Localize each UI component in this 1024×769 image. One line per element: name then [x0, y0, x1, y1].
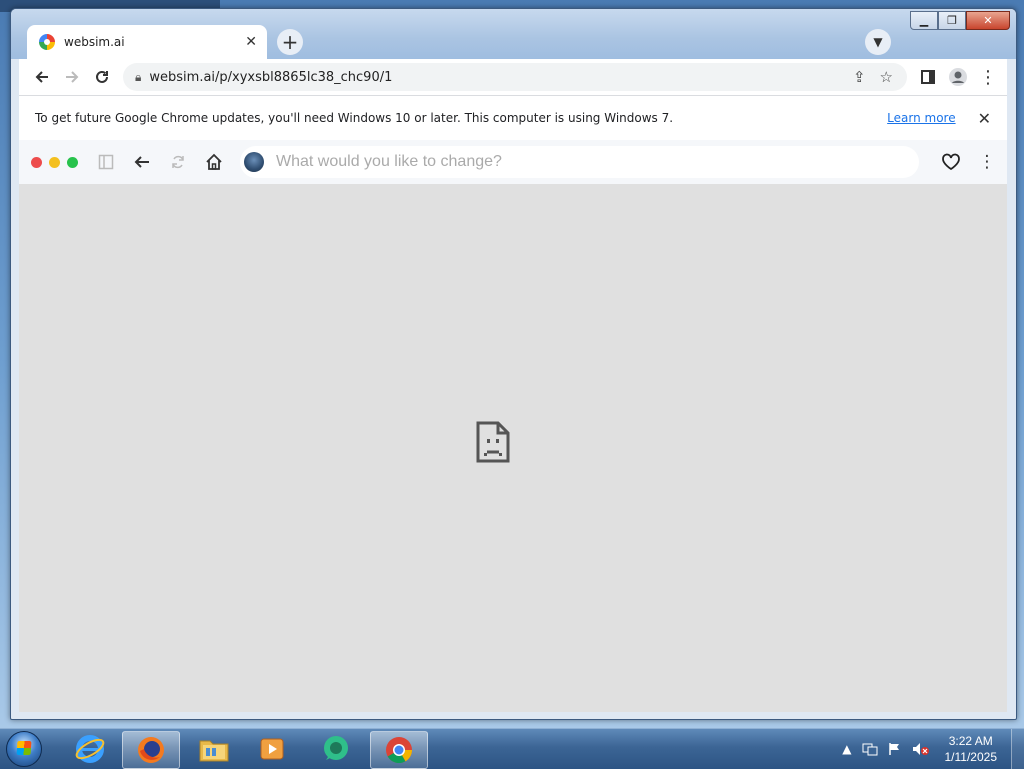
page-content [19, 184, 1007, 712]
kebab-menu-icon: ⋮ [979, 66, 997, 88]
chrome-window: ▁ ❐ ✕ websim.ai ✕ + ▼ 🔒︎ websim.ai/p/xyx… [10, 8, 1017, 720]
home-icon [206, 153, 222, 170]
sidebar-toggle-button[interactable] [92, 148, 120, 176]
media-player-icon [260, 738, 284, 760]
address-bar[interactable]: 🔒︎ websim.ai/p/xyxsbl8865lc38_chc90/1 ⇪ … [123, 63, 907, 91]
kebab-menu-icon: ⋮ [978, 152, 996, 172]
action-center-icon[interactable] [862, 742, 878, 756]
websim-favicon-icon [39, 34, 55, 50]
show-hidden-icons-icon[interactable]: ▲ [842, 742, 851, 756]
side-panel-button[interactable] [913, 62, 943, 92]
websim-menu-button[interactable]: ⋮ [973, 148, 1001, 176]
yellow-dot-icon[interactable] [49, 156, 60, 168]
lock-icon[interactable]: 🔒︎ [135, 70, 141, 85]
sad-page-error-icon [476, 421, 510, 463]
taskbar-explorer-button[interactable] [186, 731, 242, 767]
websim-back-button[interactable] [128, 148, 156, 176]
learn-more-link[interactable]: Learn more [887, 111, 955, 125]
like-button[interactable] [937, 148, 965, 176]
tab-strip: websim.ai ✕ + ▼ [19, 23, 1009, 59]
flag-icon[interactable] [888, 742, 902, 756]
refresh-icon [172, 155, 184, 169]
arrow-left-icon [134, 156, 149, 168]
taskbar-media-button[interactable] [244, 731, 300, 767]
change-prompt-input[interactable] [274, 152, 919, 172]
clock-time: 3:22 AM [948, 734, 993, 748]
taskbar-firefox-button[interactable] [122, 731, 180, 769]
new-tab-button[interactable]: + [277, 29, 303, 55]
url-text: websim.ai/p/xyxsbl8865lc38_chc90/1 [149, 69, 393, 85]
green-dot-icon[interactable] [67, 156, 78, 168]
heart-icon [942, 153, 960, 171]
arrow-left-icon [35, 71, 48, 83]
taskbar-messenger-button[interactable] [308, 731, 364, 767]
profile-avatar-icon [949, 68, 967, 86]
infobar-close-icon[interactable]: ✕ [978, 109, 991, 128]
taskbar-chrome-button[interactable] [370, 731, 428, 769]
chrome-menu-button[interactable]: ⋮ [973, 62, 1003, 92]
firefox-icon [138, 737, 164, 763]
websim-refresh-button[interactable] [164, 148, 192, 176]
file-explorer-icon [199, 740, 229, 762]
red-dot-icon[interactable] [31, 156, 42, 168]
tab-search-button[interactable]: ▼ [865, 29, 891, 55]
system-tray: ▲ 3:22 AM 1/11/2025 [837, 729, 1024, 769]
websim-toolbar: ⋮ [19, 140, 1007, 184]
clock[interactable]: 3:22 AM 1/11/2025 [945, 733, 998, 765]
tab-title: websim.ai [64, 35, 125, 49]
browser-toolbar: 🔒︎ websim.ai/p/xyxsbl8865lc38_chc90/1 ⇪ … [19, 59, 1007, 95]
show-desktop-button[interactable] [1011, 729, 1024, 769]
profile-button[interactable] [943, 62, 973, 92]
start-button[interactable] [4, 730, 44, 768]
windows-orb-icon [6, 731, 42, 767]
internet-explorer-icon [75, 735, 105, 763]
sidebar-icon [98, 154, 114, 170]
bookmark-star-icon[interactable]: ☆ [880, 68, 893, 86]
volume-muted-icon[interactable] [912, 742, 930, 756]
windows-taskbar: ▲ 3:22 AM 1/11/2025 [0, 728, 1024, 769]
reload-icon [96, 70, 108, 83]
forward-button[interactable] [57, 62, 87, 92]
share-icon[interactable]: ⇪ [853, 68, 866, 86]
messenger-icon [324, 736, 348, 760]
arrow-right-icon [66, 71, 79, 83]
infobar-message: To get future Google Chrome updates, you… [35, 111, 674, 125]
chevron-down-icon: ▼ [873, 35, 883, 49]
avatar [244, 152, 264, 172]
side-panel-icon [921, 70, 935, 84]
tab-websim[interactable]: websim.ai ✕ [27, 25, 267, 59]
taskbar-ie-button[interactable] [62, 731, 118, 767]
reload-button[interactable] [87, 62, 117, 92]
home-button[interactable] [200, 148, 228, 176]
close-tab-icon[interactable]: ✕ [245, 34, 257, 50]
clock-date: 1/11/2025 [944, 750, 998, 764]
chrome-icon [386, 737, 413, 764]
back-button[interactable] [27, 62, 57, 92]
update-infobar: To get future Google Chrome updates, you… [19, 95, 1007, 141]
change-prompt-field[interactable] [240, 146, 919, 178]
